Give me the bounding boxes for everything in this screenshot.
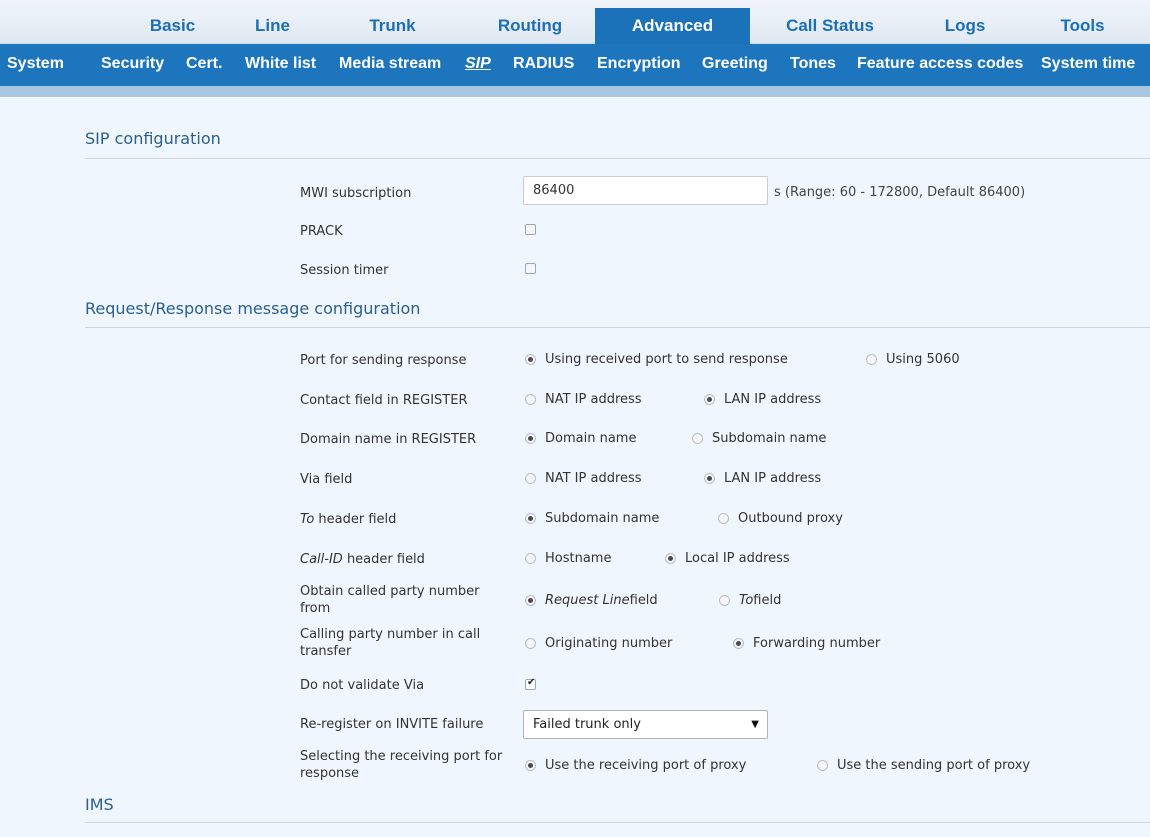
subnav-system-time[interactable]: System time [1041,44,1135,86]
radio-icon[interactable] [525,553,536,564]
tab-line[interactable]: Line [225,9,320,44]
subnav-encryption[interactable]: Encryption [597,44,681,86]
via-option-lan[interactable]: LAN IP address [704,471,821,486]
session-timer-label: Session timer [300,263,389,278]
nav-divider-strip [0,86,1150,97]
port-option-received[interactable]: Using received port to send response [525,352,788,367]
radio-icon[interactable] [525,513,536,524]
section-title-sip-configuration: SIP configuration [85,129,221,148]
section-title-request-response: Request/Response message configuration [85,299,421,318]
radio-icon[interactable] [692,433,703,444]
reregister-select[interactable]: Failed trunk only ▼ [523,710,768,739]
tab-tools[interactable]: Tools [1020,9,1145,44]
calling-option-originating[interactable]: Originating number [525,636,672,651]
sub-nav: System Security Cert. White list Media s… [0,44,1150,86]
tab-logs[interactable]: Logs [910,9,1020,44]
radio-icon[interactable] [525,595,536,606]
via-label: Via field [300,472,353,487]
radio-icon[interactable] [525,638,536,649]
radio-icon[interactable] [665,553,676,564]
reregister-label: Re-register on INVITE failure [300,717,484,732]
section-divider [85,822,1150,823]
callid-header-label: Call-ID header field [300,552,425,567]
recvport-option-sending[interactable]: Use the sending port of proxy [817,758,1030,773]
section-divider [85,327,1150,328]
radio-icon[interactable] [704,394,715,405]
main-nav: Basic Line Trunk Routing Advanced Call S… [0,0,1150,45]
contact-option-nat[interactable]: NAT IP address [525,392,642,407]
domain-option-domain[interactable]: Domain name [525,431,636,446]
radio-icon[interactable] [719,595,730,606]
subnav-greeting[interactable]: Greeting [702,44,768,86]
radio-icon[interactable] [525,394,536,405]
tab-call-status[interactable]: Call Status [750,9,910,44]
do-not-validate-via-checkbox[interactable] [525,677,536,690]
tab-advanced[interactable]: Advanced [595,8,750,45]
receiving-port-label: Selecting the receiving port for respons… [300,749,503,781]
port-label: Port for sending response [300,353,467,368]
session-timer-checkbox[interactable] [525,263,536,274]
callid-option-hostname[interactable]: Hostname [525,551,611,566]
port-option-5060[interactable]: Using 5060 [866,352,960,367]
to-header-label: To header field [300,512,397,527]
domain-option-subdomain[interactable]: Subdomain name [692,431,826,446]
radio-icon[interactable] [704,473,715,484]
recvport-option-receiving[interactable]: Use the receiving port of proxy [525,758,746,773]
radio-icon[interactable] [525,473,536,484]
called-party-label: Obtain called party number from [300,584,480,616]
tab-basic[interactable]: Basic [120,9,225,44]
to-option-subdomain[interactable]: Subdomain name [525,511,659,526]
subnav-sip[interactable]: SIP [465,44,491,86]
section-title-ims: IMS [85,795,114,814]
section-divider [85,158,1150,159]
subnav-cert[interactable]: Cert. [186,44,222,86]
calling-party-label: Calling party number in call transfer [300,627,481,659]
called-option-to-field[interactable]: To field [719,593,781,608]
radio-icon[interactable] [817,760,828,771]
subnav-system[interactable]: System [7,44,64,86]
contact-label: Contact field in REGISTER [300,393,468,408]
subnav-security[interactable]: Security [101,44,164,86]
prack-label: PRACK [300,224,343,239]
radio-icon[interactable] [733,638,744,649]
called-option-request-line[interactable]: Request Line field [525,593,658,608]
callid-option-local-ip[interactable]: Local IP address [665,551,790,566]
radio-icon[interactable] [866,354,877,365]
subnav-media-stream[interactable]: Media stream [339,44,441,86]
dropdown-arrow-icon[interactable]: ▼ [751,711,759,738]
mwi-label: MWI subscription [300,186,412,201]
via-option-nat[interactable]: NAT IP address [525,471,642,486]
subnav-white-list[interactable]: White list [245,44,316,86]
domain-label: Domain name in REGISTER [300,432,477,447]
calling-option-forwarding[interactable]: Forwarding number [733,636,880,651]
contact-option-lan[interactable]: LAN IP address [704,392,821,407]
to-option-outbound-proxy[interactable]: Outbound proxy [718,511,843,526]
tab-routing[interactable]: Routing [465,9,595,44]
radio-icon[interactable] [525,354,536,365]
subnav-feature-access-codes[interactable]: Feature access codes [857,44,1023,86]
radio-icon[interactable] [525,760,536,771]
do-not-validate-via-label: Do not validate Via [300,678,425,693]
mwi-subscription-input[interactable]: 86400 [523,176,768,205]
subnav-tones[interactable]: Tones [790,44,836,86]
radio-icon[interactable] [525,433,536,444]
radio-icon[interactable] [718,513,729,524]
tab-trunk[interactable]: Trunk [320,9,465,44]
subnav-radius[interactable]: RADIUS [513,44,574,86]
prack-checkbox[interactable] [525,224,536,235]
mwi-hint: s (Range: 60 - 172800, Default 86400) [774,185,1026,200]
